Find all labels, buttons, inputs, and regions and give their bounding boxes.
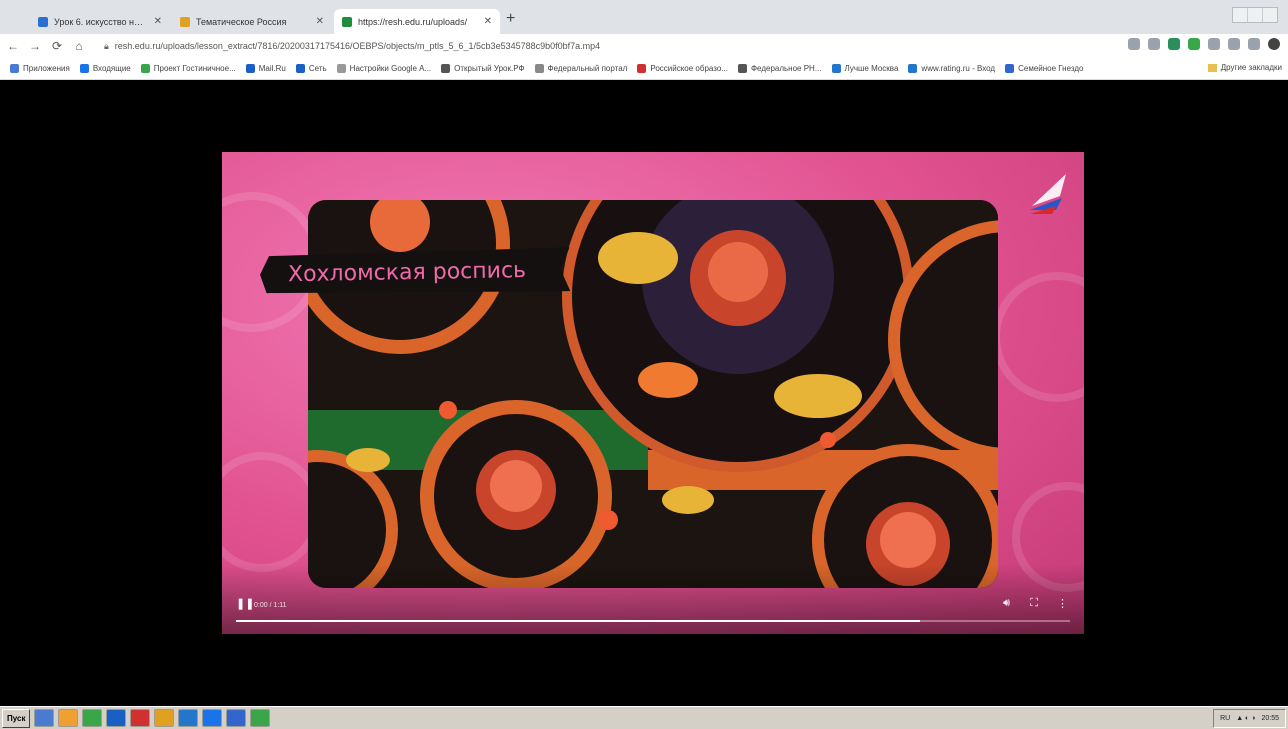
back-button[interactable]: ← [4, 37, 22, 55]
taskbar-app-icon[interactable] [202, 709, 223, 727]
profile-avatar-icon[interactable] [1268, 38, 1280, 50]
resh-logo-icon [1030, 174, 1066, 214]
lock-icon: 🔒︎ [104, 40, 109, 51]
bookmark-favicon-icon [295, 64, 305, 73]
taskbar-app-icon[interactable] [106, 709, 127, 727]
taskbar-app-icon[interactable] [82, 709, 103, 727]
taskbar-app-icon[interactable] [34, 709, 55, 727]
tab-title: Тематическое Россия [196, 16, 287, 27]
page-content: Хохломская роспись ❚❚ 0:00 / 1:11 🔊︎ ⛶ ⋮ [6, 80, 1288, 706]
bookmark-item[interactable]: Проект Гостиничное... [140, 64, 236, 73]
close-window-button[interactable] [1263, 8, 1277, 22]
video-progress-bar[interactable] [236, 620, 1070, 622]
bookmark-favicon-icon [737, 64, 747, 73]
volume-icon[interactable]: 🔊︎ [1003, 597, 1010, 610]
bookmark-item[interactable]: Настройки Google А... [336, 64, 431, 73]
pause-icon[interactable]: ❚❚ [236, 597, 254, 610]
tab-favicon-icon [180, 16, 190, 27]
extension-icon[interactable] [1228, 38, 1240, 50]
bookmark-item[interactable]: Сеть [295, 64, 327, 73]
video-time: 0:00 / 1:11 [254, 602, 287, 609]
tab-close-icon[interactable]: ✕ [154, 16, 162, 27]
bookmark-favicon-icon [637, 64, 647, 73]
video-title: Хохломская роспись [287, 257, 527, 287]
address-bar[interactable]: 🔒︎ resh.edu.ru/uploads/lesson_extract/78… [104, 37, 1084, 55]
tab-close-icon[interactable]: ✕ [484, 16, 492, 27]
bookmark-item[interactable]: Mail.Ru [245, 64, 286, 73]
bookmark-favicon-icon [831, 64, 841, 73]
window-controls[interactable] [1232, 7, 1278, 23]
taskbar-app-icon[interactable] [130, 709, 151, 727]
tab-favicon-icon [38, 16, 48, 27]
bookmark-star-icon[interactable] [1148, 38, 1160, 50]
taskbar-app-icon[interactable] [250, 709, 271, 727]
other-bookmarks[interactable]: Другие закладки [1207, 63, 1282, 72]
os-taskbar: Пуск RU ▲ ◐ ◑ 20:55 [0, 706, 1288, 729]
minimize-button[interactable] [1233, 8, 1248, 22]
tab-title: Урок 6. искусство нашего народа [54, 16, 148, 27]
extension-icon[interactable] [1248, 38, 1260, 50]
tab-title: https://resh.edu.ru/uploads/ [358, 16, 468, 27]
bookmark-favicon-icon [534, 64, 544, 73]
system-tray: RU ▲ ◐ ◑ 20:55 [1213, 709, 1286, 728]
forward-button[interactable]: → [26, 37, 44, 55]
bookmark-favicon-icon [140, 64, 150, 73]
bookmarks-bar: Приложения Входящие Проект Гостиничное..… [0, 58, 1288, 80]
language-indicator[interactable]: RU [1220, 715, 1230, 722]
taskbar-app-icon[interactable] [178, 709, 199, 727]
browser-tab-2[interactable]: Тематическое Россия ✕ [172, 9, 332, 34]
tray-icons: ▲ ◐ ◑ [1236, 715, 1256, 722]
bookmark-item[interactable]: Федеральный портал [534, 64, 627, 73]
bookmark-item[interactable]: Федеральное РН... [737, 64, 822, 73]
taskbar-app-icon[interactable] [226, 709, 247, 727]
tab-favicon-icon [342, 16, 352, 27]
new-tab-button[interactable]: + [506, 10, 515, 28]
extension-icons [1128, 38, 1280, 50]
bookmark-favicon-icon [336, 64, 346, 73]
bookmark-item[interactable]: Приложения [10, 64, 70, 73]
browser-toolbar: ← → ⟳ ⌂ 🔒︎ resh.edu.ru/uploads/lesson_ex… [0, 34, 1288, 58]
maximize-button[interactable] [1248, 8, 1263, 22]
start-button[interactable]: Пуск [2, 708, 31, 728]
extension-icon[interactable] [1188, 38, 1200, 50]
address-url: resh.edu.ru/uploads/lesson_extract/7816/… [114, 41, 601, 51]
tab-close-icon[interactable]: ✕ [316, 16, 324, 27]
fullscreen-icon[interactable]: ⛶ [1030, 597, 1038, 610]
clock[interactable]: 20:55 [1261, 715, 1279, 722]
bookmark-item[interactable]: www.rating.ru - Вход [908, 64, 995, 73]
zoom-icon[interactable] [1128, 38, 1140, 50]
video-player[interactable]: Хохломская роспись ❚❚ 0:00 / 1:11 🔊︎ ⛶ ⋮ [222, 152, 1084, 634]
bookmark-favicon-icon [908, 64, 918, 73]
bookmark-item[interactable]: Входящие [79, 64, 131, 73]
bookmark-favicon-icon [79, 64, 89, 73]
bookmark-item[interactable]: Российское образо... [637, 64, 728, 73]
taskbar-app-icons [30, 709, 271, 727]
bookmark-favicon-icon [441, 64, 451, 73]
bookmark-item[interactable]: Лучше Москва [831, 64, 898, 73]
decor-swirl [992, 272, 1084, 402]
bookmark-favicon-icon [245, 64, 255, 73]
taskbar-app-icon[interactable] [154, 709, 175, 727]
bookmark-item[interactable]: Открытый Урок.РФ [441, 64, 525, 73]
browser-tab-1[interactable]: Урок 6. искусство нашего народа ✕ [30, 9, 170, 34]
extension-icon[interactable] [1208, 38, 1220, 50]
taskbar-app-icon[interactable] [58, 709, 79, 727]
reload-button[interactable]: ⟳ [48, 37, 66, 55]
browser-tab-strip: Урок 6. искусство нашего народа ✕ Темати… [0, 0, 1288, 34]
extension-icon[interactable] [1168, 38, 1180, 50]
home-button[interactable]: ⌂ [70, 37, 88, 55]
browser-tab-active[interactable]: https://resh.edu.ru/uploads/ ✕ [334, 9, 500, 34]
decor-swirl [222, 452, 322, 572]
folder-icon [1207, 63, 1217, 72]
video-controls-bar [222, 564, 1084, 634]
bookmark-favicon-icon [1005, 64, 1015, 73]
bookmark-item[interactable]: Семейное Гнездо [1005, 64, 1083, 73]
video-progress-fill [236, 620, 920, 622]
more-options-icon[interactable]: ⋮ [1057, 597, 1068, 610]
apps-icon [10, 64, 19, 73]
